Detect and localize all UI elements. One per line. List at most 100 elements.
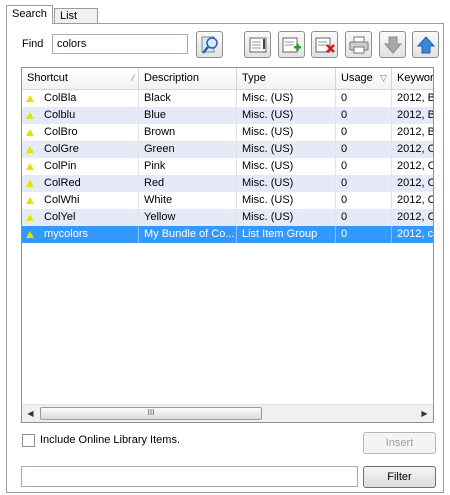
include-online-checkbox[interactable] xyxy=(22,434,35,447)
filter-indicator-icon: ▽ xyxy=(380,73,387,83)
move-down-icon xyxy=(383,36,403,54)
edit-item-button[interactable] xyxy=(244,31,271,58)
results-grid[interactable]: Shortcut ⁄ Description Type Usage ▽ Keyw… xyxy=(21,67,434,423)
column-header-label: Usage xyxy=(341,72,373,84)
cell-shortcut: Colblu xyxy=(39,107,139,124)
warning-triangle-icon xyxy=(26,95,34,102)
search-library-button[interactable] xyxy=(196,31,223,58)
scroll-left-icon[interactable]: ◀ xyxy=(22,405,39,422)
cell-description: Brown xyxy=(139,124,237,141)
cell-type: List Item Group xyxy=(237,226,336,243)
warning-triangle-icon xyxy=(26,214,34,221)
column-header-keywords[interactable]: Keywor xyxy=(392,68,434,89)
warning-triangle-icon xyxy=(26,197,34,204)
cell-usage: 0 xyxy=(336,192,392,209)
cell-type: Misc. (US) xyxy=(237,141,336,158)
table-row[interactable]: ColYel Yellow Misc. (US) 0 2012, C xyxy=(22,209,433,226)
cell-shortcut: ColGre xyxy=(39,141,139,158)
table-row[interactable]: ColGre Green Misc. (US) 0 2012, C xyxy=(22,141,433,158)
column-header-shortcut[interactable]: Shortcut ⁄ xyxy=(22,68,139,89)
print-icon xyxy=(349,36,369,54)
cell-description: Yellow xyxy=(139,209,237,226)
filter-button[interactable]: Filter xyxy=(363,466,436,488)
cell-keywords: 2012, C xyxy=(392,158,433,175)
cell-description: Pink xyxy=(139,158,237,175)
column-header-label: Keywor xyxy=(397,72,434,84)
find-label: Find xyxy=(22,38,44,50)
table-row-selected[interactable]: mycolors My Bundle of Co... List Item Gr… xyxy=(22,226,433,243)
table-row[interactable]: Colblu Blue Misc. (US) 0 2012, B xyxy=(22,107,433,124)
warning-triangle-icon xyxy=(26,180,34,187)
cell-shortcut: ColYel xyxy=(39,209,139,226)
cell-description: Blue xyxy=(139,107,237,124)
cell-type: Misc. (US) xyxy=(237,192,336,209)
cell-keywords: 2012, B xyxy=(392,107,433,124)
cell-type: Misc. (US) xyxy=(237,124,336,141)
cell-usage: 0 xyxy=(336,209,392,226)
cell-keywords: 2012, B xyxy=(392,90,433,107)
filter-input[interactable] xyxy=(21,466,358,487)
column-header-description[interactable]: Description xyxy=(139,68,237,89)
table-row[interactable]: ColBro Brown Misc. (US) 0 2012, B xyxy=(22,124,433,141)
cell-description: White xyxy=(139,192,237,209)
scroll-thumb[interactable]: III xyxy=(40,407,262,420)
column-header-label: Description xyxy=(144,72,200,84)
column-header-label: Shortcut xyxy=(27,72,68,84)
tab-list[interactable]: List xyxy=(54,8,98,23)
column-header-type[interactable]: Type xyxy=(237,68,336,89)
search-library-icon xyxy=(201,36,218,54)
cell-usage: 0 xyxy=(336,124,392,141)
cell-description: My Bundle of Co... xyxy=(139,226,237,243)
cell-shortcut: mycolors xyxy=(39,226,139,243)
cell-usage: 0 xyxy=(336,107,392,124)
cell-shortcut: ColBla xyxy=(39,90,139,107)
cell-description: Black xyxy=(139,90,237,107)
cell-type: Misc. (US) xyxy=(237,175,336,192)
cell-type: Misc. (US) xyxy=(237,209,336,226)
cell-keywords: 2012, C xyxy=(392,209,433,226)
table-row[interactable]: ColWhi White Misc. (US) 0 2012, C xyxy=(22,192,433,209)
edit-item-icon xyxy=(249,37,267,53)
horizontal-scrollbar[interactable]: ◀ III ▶ xyxy=(22,404,433,422)
cell-keywords: 2012, c xyxy=(392,226,433,243)
cell-usage: 0 xyxy=(336,175,392,192)
cell-shortcut: ColRed xyxy=(39,175,139,192)
table-row[interactable]: ColBla Black Misc. (US) 0 2012, B xyxy=(22,90,433,107)
cell-shortcut: ColPin xyxy=(39,158,139,175)
warning-triangle-icon xyxy=(26,146,34,153)
cell-usage: 0 xyxy=(336,226,392,243)
cell-description: Red xyxy=(139,175,237,192)
print-button[interactable] xyxy=(345,31,372,58)
cell-keywords: 2012, B xyxy=(392,124,433,141)
warning-triangle-icon xyxy=(26,163,34,170)
tab-search[interactable]: Search xyxy=(6,5,53,24)
column-header-usage[interactable]: Usage ▽ xyxy=(336,68,392,89)
cell-type: Misc. (US) xyxy=(237,90,336,107)
include-online-label: Include Online Library Items. xyxy=(40,434,181,446)
insert-button[interactable]: Insert xyxy=(363,432,436,454)
move-down-button[interactable] xyxy=(379,31,406,58)
cell-keywords: 2012, C xyxy=(392,175,433,192)
sort-indicator-icon: ⁄ xyxy=(132,73,134,83)
warning-triangle-icon xyxy=(26,231,34,238)
scroll-right-icon[interactable]: ▶ xyxy=(416,405,433,422)
table-row[interactable]: ColRed Red Misc. (US) 0 2012, C xyxy=(22,175,433,192)
cell-type: Misc. (US) xyxy=(237,158,336,175)
cell-keywords: 2012, C xyxy=(392,192,433,209)
cell-type: Misc. (US) xyxy=(237,107,336,124)
move-up-icon xyxy=(416,36,436,54)
column-header-label: Type xyxy=(242,72,266,84)
cell-shortcut: ColBro xyxy=(39,124,139,141)
cell-usage: 0 xyxy=(336,141,392,158)
cell-shortcut: ColWhi xyxy=(39,192,139,209)
move-up-button[interactable] xyxy=(412,31,439,58)
add-item-button[interactable] xyxy=(278,31,305,58)
cell-keywords: 2012, C xyxy=(392,141,433,158)
table-row[interactable]: ColPin Pink Misc. (US) 0 2012, C xyxy=(22,158,433,175)
grid-header: Shortcut ⁄ Description Type Usage ▽ Keyw… xyxy=(22,68,434,90)
delete-item-icon xyxy=(315,37,335,53)
delete-item-button[interactable] xyxy=(311,31,338,58)
find-input[interactable] xyxy=(52,34,188,54)
cell-usage: 0 xyxy=(336,90,392,107)
warning-triangle-icon xyxy=(26,129,34,136)
